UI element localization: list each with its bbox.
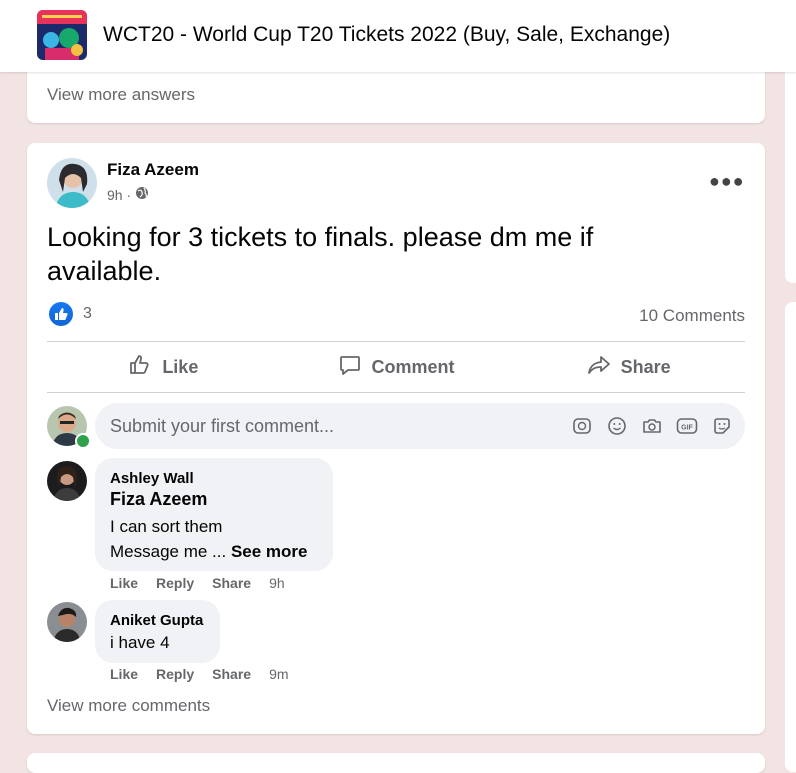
reactions-summary[interactable]: 3 bbox=[49, 302, 92, 326]
share-icon bbox=[587, 353, 611, 382]
comment-like-button[interactable]: Like bbox=[110, 575, 138, 591]
avatar-sticker-icon[interactable] bbox=[571, 415, 593, 437]
view-more-comments-link[interactable]: View more comments bbox=[47, 696, 210, 716]
see-more-link[interactable]: See more bbox=[231, 542, 308, 561]
comment-author[interactable]: Ashley Wall bbox=[110, 470, 194, 487]
comment-input-placeholder: Submit your first comment... bbox=[110, 416, 335, 436]
gif-icon[interactable]: GIF bbox=[676, 415, 698, 437]
comment-input[interactable]: Submit your first comment... GIF bbox=[95, 403, 745, 449]
sticker-icon[interactable] bbox=[711, 415, 733, 437]
divider bbox=[47, 392, 745, 393]
like-reaction-icon bbox=[49, 302, 73, 326]
comment-time[interactable]: 9h bbox=[269, 575, 285, 591]
comment-like-button[interactable]: Like bbox=[110, 666, 138, 682]
comment-actions: Like Reply Share 9m bbox=[110, 666, 289, 682]
svg-text:GIF: GIF bbox=[681, 425, 693, 432]
post-time[interactable]: 9h · bbox=[107, 187, 131, 203]
group-cover-thumbnail[interactable] bbox=[37, 10, 87, 60]
emoji-icon[interactable] bbox=[606, 415, 628, 437]
comment-text: i have 4 bbox=[110, 633, 170, 652]
comment-reply-button[interactable]: Reply bbox=[156, 575, 194, 591]
post-actions: Like Comment Share bbox=[47, 342, 745, 392]
comment-text-line: Message me ... See more bbox=[110, 539, 308, 564]
comment-actions: Like Reply Share 9h bbox=[110, 575, 285, 591]
comment-text: I can sort them bbox=[110, 517, 223, 536]
comment-author[interactable]: Aniket Gupta bbox=[110, 612, 203, 629]
commenter-avatar[interactable] bbox=[47, 461, 87, 501]
side-card bbox=[785, 40, 796, 283]
next-post-card bbox=[27, 753, 765, 773]
like-label: Like bbox=[162, 356, 199, 377]
post-card: Fiza Azeem 9h · ●●● Looking for 3 ticket… bbox=[27, 143, 765, 734]
group-header: WCT20 - World Cup T20 Tickets 2022 (Buy,… bbox=[0, 0, 796, 72]
author-avatar[interactable] bbox=[47, 158, 97, 208]
globe-icon[interactable] bbox=[135, 186, 149, 203]
thumbs-up-icon bbox=[128, 353, 152, 382]
comment-label: Comment bbox=[371, 356, 455, 377]
comment-share-button[interactable]: Share bbox=[212, 575, 251, 591]
comment-bubble: Aniket Gupta i have 4 bbox=[95, 600, 220, 663]
comment-reply-button[interactable]: Reply bbox=[156, 666, 194, 682]
side-card bbox=[785, 302, 796, 772]
view-more-answers-link[interactable]: View more answers bbox=[47, 85, 195, 105]
camera-icon[interactable] bbox=[641, 415, 663, 437]
comment-button[interactable]: Comment bbox=[280, 342, 513, 392]
comment-input-tools: GIF bbox=[571, 415, 733, 437]
commenter-avatar[interactable] bbox=[47, 602, 87, 642]
like-button[interactable]: Like bbox=[47, 342, 280, 392]
post-meta: 9h · bbox=[107, 186, 149, 203]
comment-mention[interactable]: Fiza Azeem bbox=[110, 489, 207, 510]
comments-count[interactable]: 10 Comments bbox=[639, 306, 745, 326]
author-name[interactable]: Fiza Azeem bbox=[107, 160, 199, 180]
share-button[interactable]: Share bbox=[512, 342, 745, 392]
share-label: Share bbox=[620, 356, 671, 377]
group-title[interactable]: WCT20 - World Cup T20 Tickets 2022 (Buy,… bbox=[103, 22, 670, 48]
online-status-indicator bbox=[75, 433, 91, 449]
comment-text: Message me ... bbox=[110, 542, 227, 561]
comment-bubble: Ashley Wall Fiza Azeem I can sort them M… bbox=[95, 458, 333, 571]
reaction-count: 3 bbox=[83, 305, 92, 322]
comment-share-button[interactable]: Share bbox=[212, 666, 251, 682]
comment-time[interactable]: 9m bbox=[269, 666, 288, 682]
comment-icon bbox=[338, 353, 362, 382]
post-text: Looking for 3 tickets to finals. please … bbox=[47, 222, 594, 286]
more-options-icon[interactable]: ●●● bbox=[709, 171, 745, 192]
